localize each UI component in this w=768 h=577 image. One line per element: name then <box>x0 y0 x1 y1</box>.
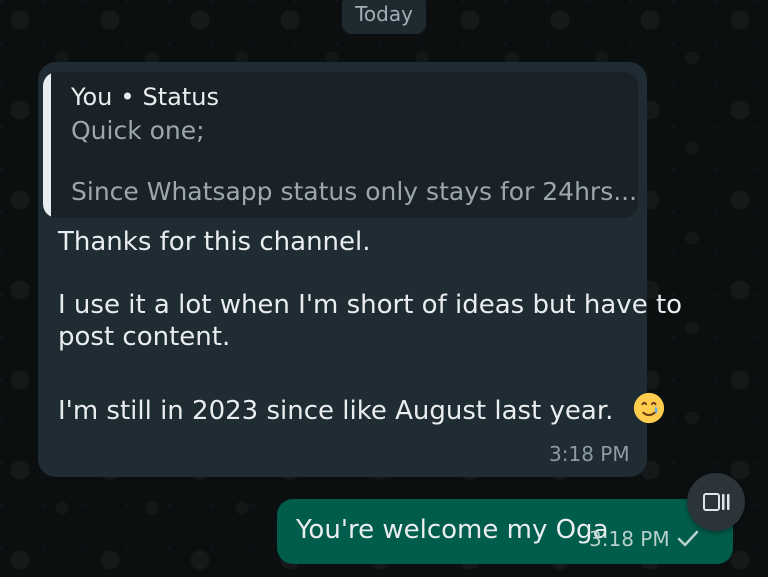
reply-context: Status <box>142 83 220 111</box>
outgoing-message-time: 3:18 PM <box>589 527 670 551</box>
smiling-face-with-tear-icon <box>633 392 664 424</box>
layout-toggle-icon <box>703 493 730 511</box>
message-line-1: Thanks for this channel. <box>58 227 371 257</box>
quoted-reply-card[interactable]: You • Status Quick one; Since Whatsapp sta… <box>43 72 638 218</box>
message-line-2: I use it a lot when I'm short of ideas b… <box>58 290 683 320</box>
outgoing-message-text: You're welcome my Oga <box>296 515 609 545</box>
message-line-3: post content. <box>58 322 231 352</box>
floating-action-button[interactable] <box>687 473 745 531</box>
reply-header: You • Status <box>71 82 219 112</box>
single-check-icon <box>677 530 699 547</box>
reply-sender: You <box>71 83 113 111</box>
reply-preview-line-1: Quick one; <box>71 116 205 145</box>
reply-accent-bar <box>43 72 51 218</box>
reply-separator: • <box>120 83 135 111</box>
message-line-4-text: I'm still in 2023 since like August last… <box>58 396 614 426</box>
reply-preview-line-2: Since Whatsapp status only stays for 24h… <box>71 177 638 206</box>
incoming-message-time: 3:18 PM <box>549 442 630 466</box>
date-separator: Today <box>342 0 426 34</box>
date-label: Today <box>355 2 413 26</box>
message-line-4: I'm still in 2023 since like August last… <box>58 391 666 427</box>
